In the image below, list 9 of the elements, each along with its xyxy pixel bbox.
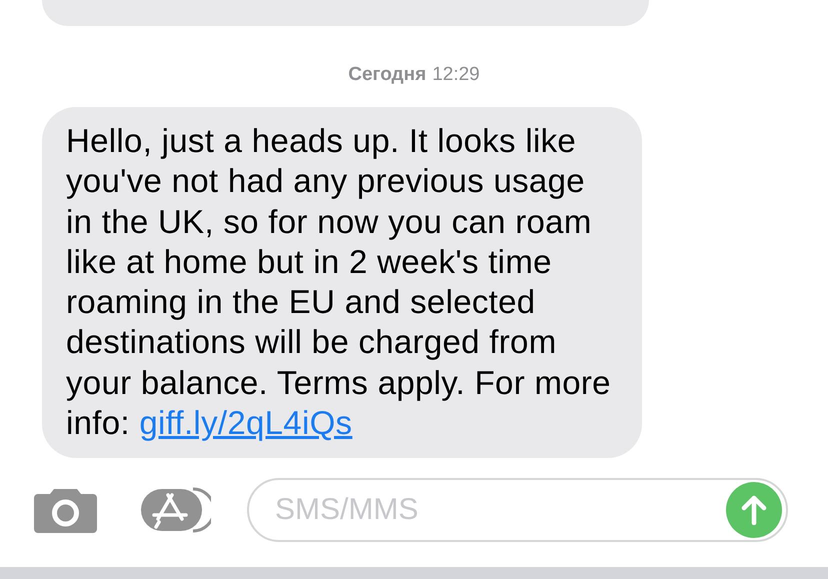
timestamp: Сегодня 12:29: [348, 64, 480, 86]
message-input-field[interactable]: SMS/MMS: [273, 492, 726, 528]
send-button[interactable]: [726, 482, 782, 538]
arrow-up-icon: [741, 495, 767, 525]
camera-icon[interactable]: [34, 487, 97, 533]
app-store-icon[interactable]: [141, 485, 211, 535]
message-link[interactable]: giff.ly/2qL4iQs: [139, 404, 352, 442]
composer-bar[interactable]: SMS/MMS: [247, 478, 788, 542]
message-text: Hello, just a heads up. It looks like you've not had any previous usage in the UK, so for now you can roam like at home but in 2 week's time roaming in the EU and selected destinations will be charged from your balance. Terms apply. For more info: giff.ly/2qL4iQs: [66, 122, 611, 442]
